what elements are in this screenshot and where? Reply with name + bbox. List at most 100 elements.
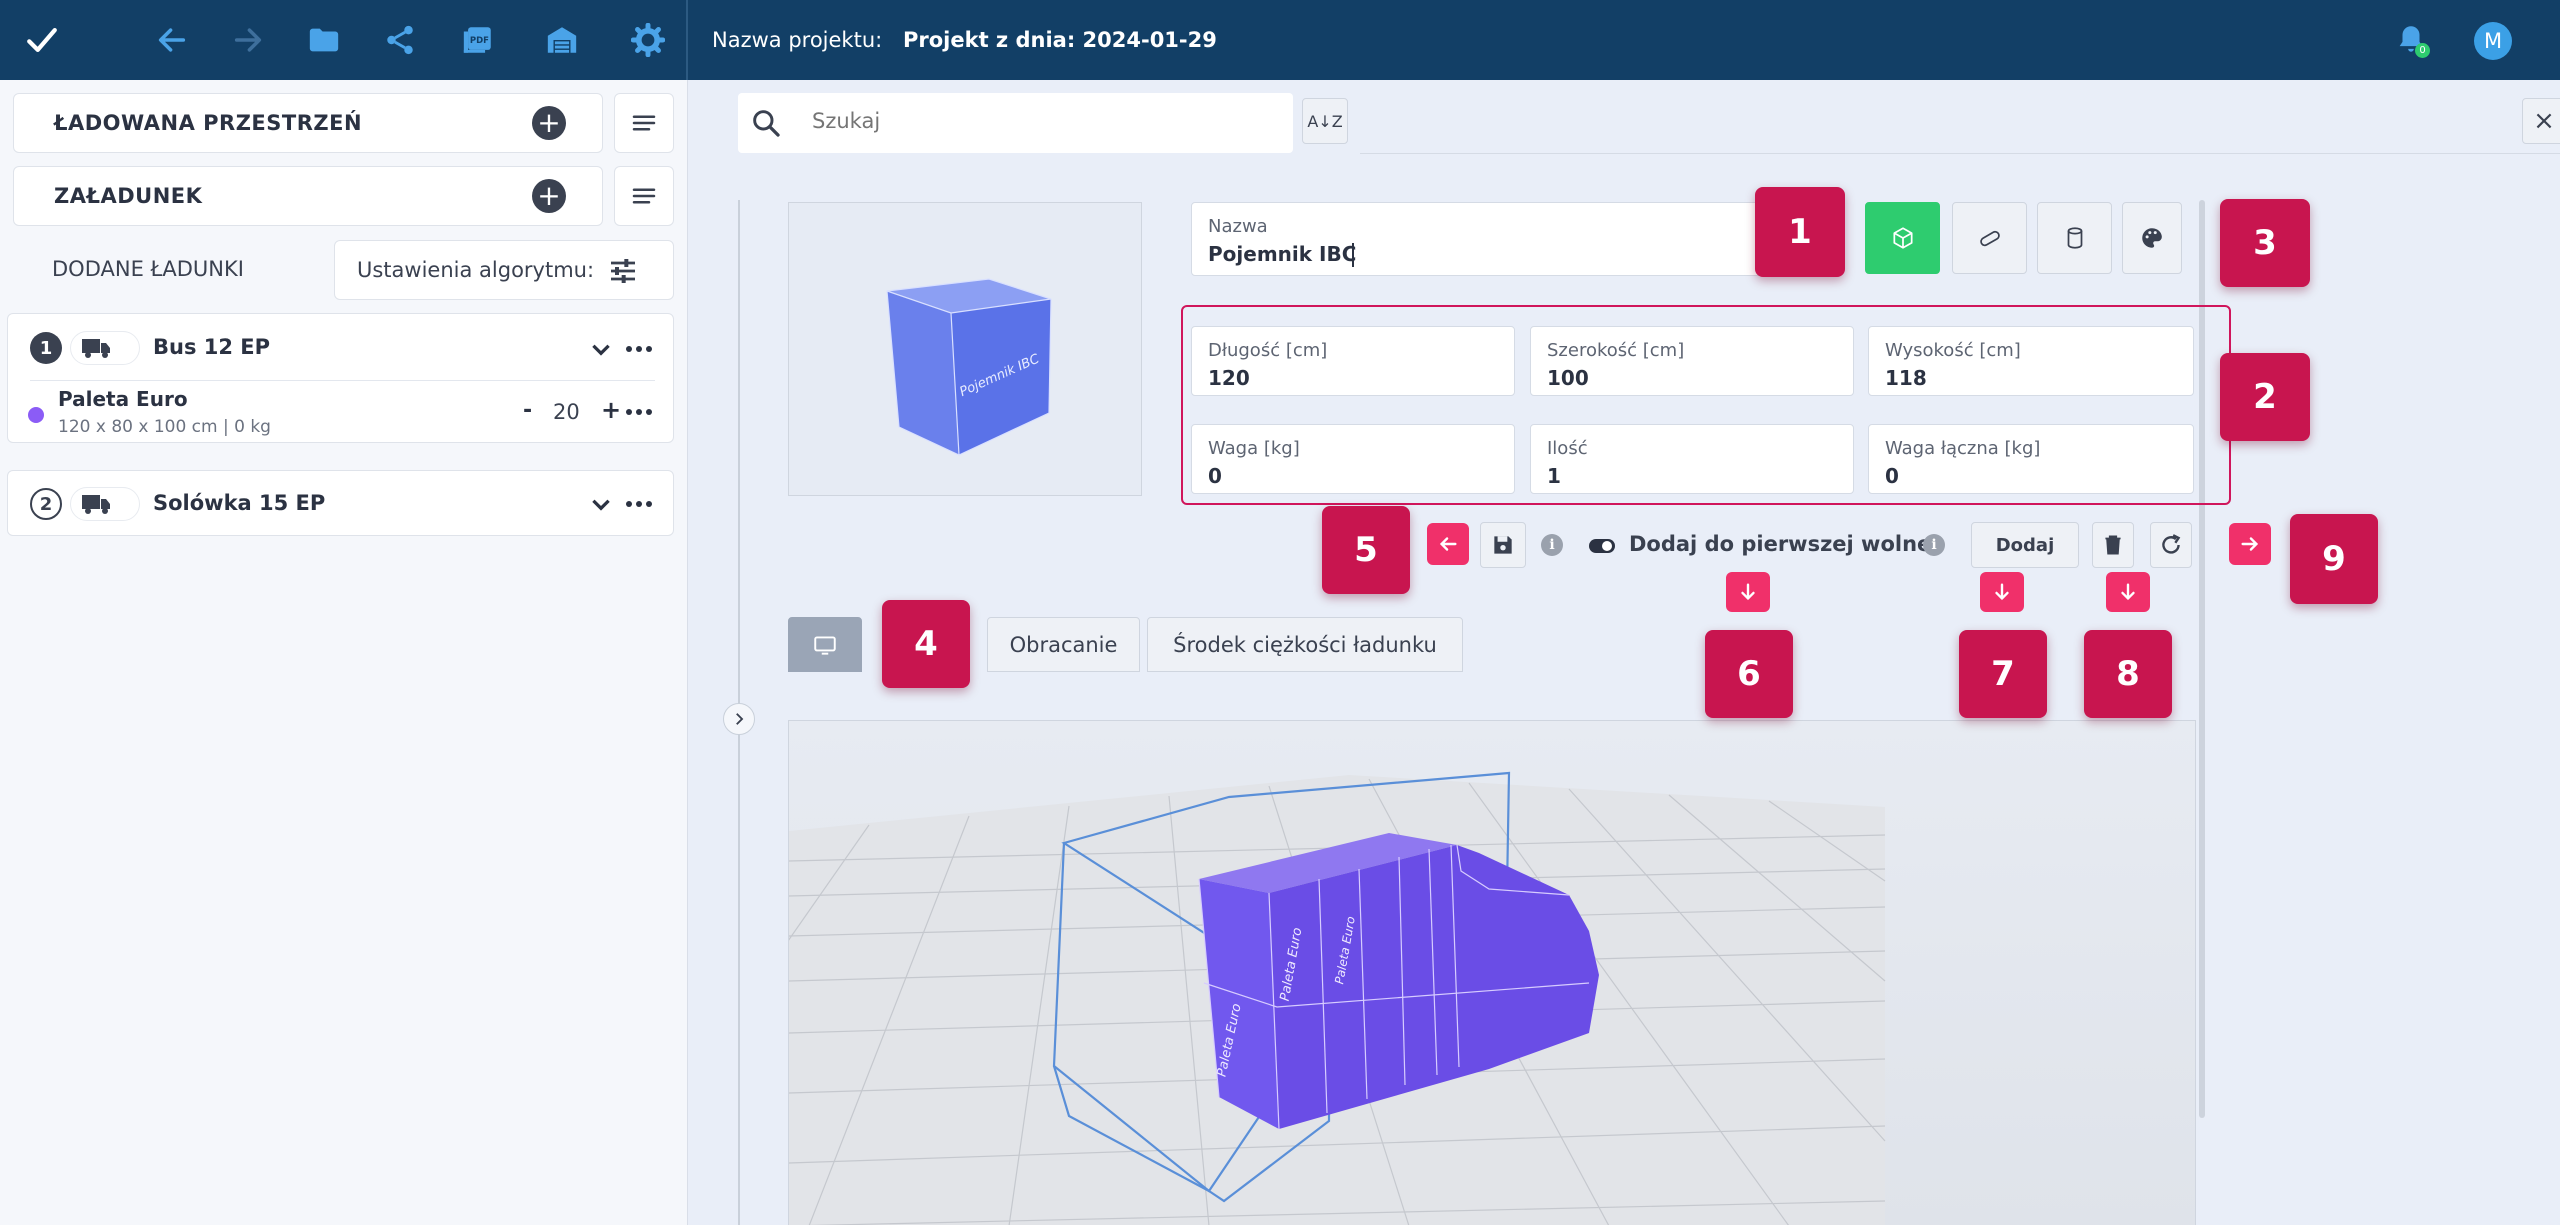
color-palette-button[interactable]	[2122, 202, 2182, 274]
more-dots-icon[interactable]	[624, 491, 654, 517]
add-loading-space-button[interactable]: +	[532, 106, 566, 140]
search-icon	[753, 110, 780, 137]
quantity-label: Ilość	[1547, 438, 1588, 459]
arrow-down-indicator	[1980, 572, 2024, 612]
warehouse-icon[interactable]	[540, 18, 584, 62]
chevron-down-icon[interactable]	[588, 336, 614, 362]
list-icon	[632, 188, 656, 204]
length-field[interactable]: Długość [cm] 120	[1191, 326, 1515, 396]
shape-preview: Pojemnik IBC	[788, 202, 1142, 496]
step-badge-8: 8	[2084, 630, 2172, 718]
avatar[interactable]: M	[2474, 22, 2512, 60]
search-input[interactable]	[812, 109, 1262, 133]
arrow-down-indicator	[2106, 572, 2150, 612]
search-box[interactable]	[738, 93, 1293, 153]
tab-view[interactable]	[788, 617, 862, 672]
weight-label: Waga [kg]	[1208, 438, 1300, 459]
vehicle-number: 1	[30, 332, 62, 364]
height-field[interactable]: Wysokość [cm] 118	[1868, 326, 2194, 396]
info-icon[interactable]: i	[1541, 534, 1563, 556]
width-value[interactable]: 100	[1547, 366, 1589, 390]
arrow-right-icon	[2241, 537, 2259, 551]
more-dots-icon[interactable]	[624, 399, 654, 425]
loading-space-title: ŁADOWANA PRZESTRZEŃ	[54, 111, 363, 135]
arrow-right-indicator	[2229, 523, 2271, 565]
arrow-down-icon	[1741, 583, 1755, 601]
step-badge-5: 5	[1322, 506, 1410, 594]
total-weight-field[interactable]: Waga łączna [kg] 0	[1868, 424, 2194, 494]
algorithm-settings-button[interactable]: Ustawienia algorytmu:	[334, 240, 674, 300]
share-icon[interactable]	[378, 18, 422, 62]
divider	[1360, 153, 2560, 154]
name-field[interactable]: Nazwa Pojemnik IBC	[1191, 202, 1765, 276]
3d-view[interactable]: Paleta Euro Paleta Euro Paleta Euro	[788, 720, 2196, 1225]
monitor-icon	[814, 635, 836, 655]
step-badge-2: 2	[2220, 353, 2310, 441]
vehicle-card[interactable]: 1 Bus 12 EP Paleta Euro 120 x 80 x 100 c…	[7, 313, 674, 443]
reset-button[interactable]	[2150, 522, 2192, 568]
bell-icon[interactable]: 0	[2394, 22, 2432, 60]
length-value[interactable]: 120	[1208, 366, 1250, 390]
truck-icon	[70, 487, 140, 521]
vehicle-name: Solówka 15 EP	[153, 491, 326, 515]
arrow-down-icon	[1995, 583, 2009, 601]
divider	[30, 380, 655, 381]
arrow-left-indicator	[1427, 523, 1469, 565]
save-icon	[1494, 536, 1512, 554]
shape-cylinder-button[interactable]	[2037, 202, 2112, 274]
palette-icon	[2142, 228, 2162, 248]
more-dots-icon[interactable]	[624, 336, 654, 362]
chevron-down-icon[interactable]	[588, 491, 614, 517]
shape-roll-button[interactable]	[1952, 202, 2027, 274]
folder-icon[interactable]	[302, 18, 346, 62]
algorithm-settings-label: Ustawienia algorytmu:	[357, 258, 595, 282]
save-button[interactable]	[1480, 522, 1526, 568]
loading-menu-button[interactable]	[614, 166, 674, 226]
info-icon[interactable]: i	[1923, 534, 1945, 556]
quantity-value[interactable]: 1	[1547, 464, 1561, 488]
sort-az-button[interactable]: A↓Z	[1302, 98, 1348, 144]
shape-box-button[interactable]	[1865, 202, 1940, 274]
loading-space-menu-button[interactable]	[614, 93, 674, 153]
loading-space-section[interactable]: ŁADOWANA PRZESTRZEŃ +	[13, 93, 603, 153]
redo-arrow-icon[interactable]	[226, 18, 270, 62]
load-details: 120 x 80 x 100 cm | 0 kg	[58, 417, 271, 437]
step-badge-7: 7	[1959, 630, 2047, 718]
truck-icon	[70, 331, 140, 365]
logo-check-icon[interactable]	[20, 18, 64, 62]
add-first-free-label: Dodaj do pierwszej wolnej	[1629, 532, 1939, 556]
project-label: Nazwa projektu:	[712, 28, 883, 52]
load-quantity[interactable]: 20	[553, 400, 580, 424]
collapse-sidebar-button[interactable]	[723, 703, 755, 735]
step-badge-4: 4	[882, 600, 970, 688]
width-field[interactable]: Szerokość [cm] 100	[1530, 326, 1854, 396]
close-panel-button[interactable]: ×	[2522, 98, 2560, 144]
delete-button[interactable]	[2092, 522, 2134, 568]
quantity-field[interactable]: Ilość 1	[1530, 424, 1854, 494]
tab-center-of-gravity[interactable]: Środek ciężkości ładunku	[1147, 617, 1463, 672]
gear-icon[interactable]	[626, 18, 670, 62]
length-label: Długość [cm]	[1208, 340, 1328, 361]
name-value[interactable]: Pojemnik IBC	[1208, 242, 1356, 266]
weight-field[interactable]: Waga [kg] 0	[1191, 424, 1515, 494]
weight-value[interactable]: 0	[1208, 464, 1222, 488]
add-button[interactable]: Dodaj	[1971, 522, 2079, 568]
project-name: Projekt z dnia: 2024-01-29	[903, 28, 1217, 52]
vehicle-card[interactable]: 2 Solówka 15 EP	[7, 470, 674, 536]
step-badge-6: 6	[1705, 630, 1793, 718]
tab-rotation[interactable]: Obracanie	[987, 617, 1140, 672]
decrease-quantity-button[interactable]: -	[523, 398, 532, 423]
total-weight-value: 0	[1885, 464, 1899, 488]
refresh-icon	[2162, 534, 2181, 554]
undo-arrow-icon[interactable]	[150, 18, 194, 62]
added-loads-title: DODANE ŁADUNKI	[52, 257, 244, 281]
add-loading-button[interactable]: +	[532, 179, 566, 213]
increase-quantity-button[interactable]: +	[601, 396, 621, 424]
svg-text:PDF: PDF	[470, 36, 489, 46]
3d-scene[interactable]: Paleta Euro Paleta Euro Paleta Euro	[789, 721, 2196, 1225]
pdf-icon[interactable]: PDF	[456, 18, 500, 62]
add-first-free-toggle[interactable]	[1589, 539, 1615, 553]
loading-section[interactable]: ZAŁADUNEK +	[13, 166, 603, 226]
height-value[interactable]: 118	[1885, 366, 1927, 390]
cube-icon	[1892, 227, 1913, 249]
